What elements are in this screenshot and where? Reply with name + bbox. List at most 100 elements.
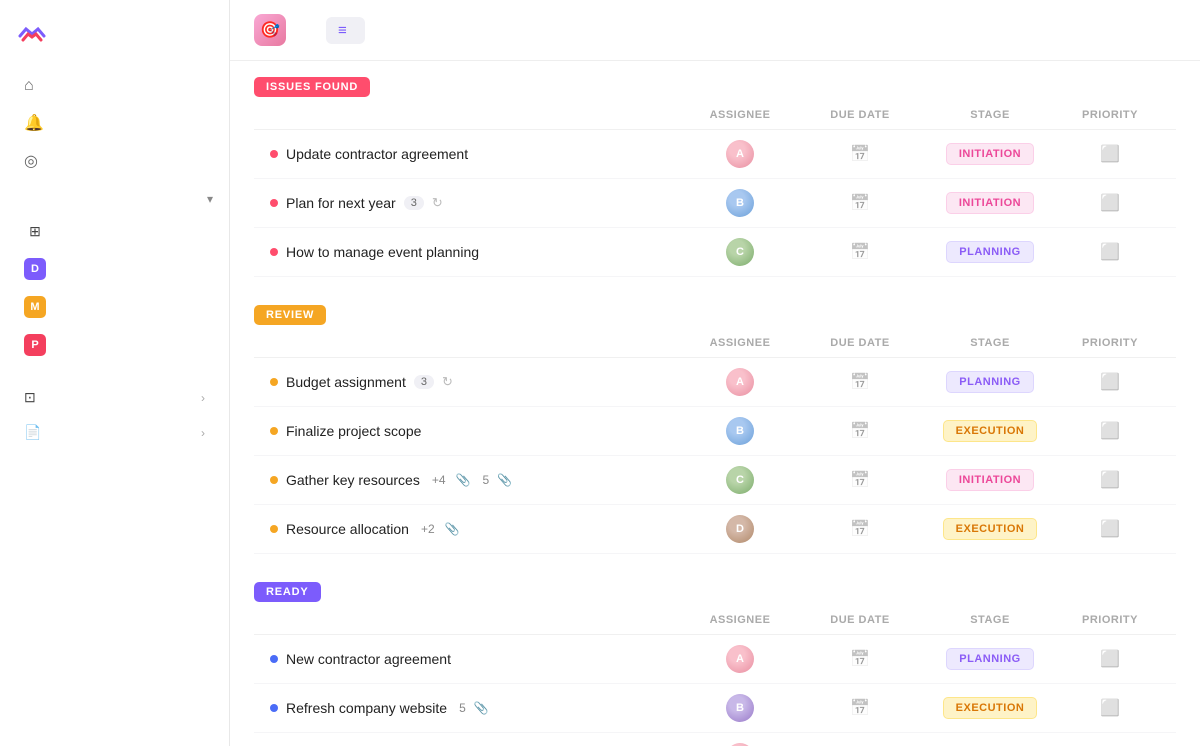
docs-icon: 📄 xyxy=(24,424,41,441)
refresh-icon[interactable]: ↻ xyxy=(432,195,443,211)
home-icon: ⌂ xyxy=(24,77,34,95)
stage-cell[interactable]: INITIATION xyxy=(920,143,1060,165)
task-extra-count: +2 xyxy=(421,522,435,536)
stage-cell[interactable]: EXECUTION xyxy=(920,697,1060,719)
task-status-dot xyxy=(270,199,278,207)
stage-cell[interactable]: INITIATION xyxy=(920,469,1060,491)
avatar: C xyxy=(726,466,754,494)
avatar: B xyxy=(726,694,754,722)
stage-badge: EXECUTION xyxy=(943,697,1038,719)
assignee-cell: D xyxy=(680,515,800,543)
sidebar-item-goals[interactable]: ◎ xyxy=(8,142,221,180)
calendar-icon: 📅 xyxy=(850,144,870,164)
section-ready: READYASSIGNEEDUE DATESTAGEPRIORITYNew co… xyxy=(254,582,1176,746)
task-name-cell: Budget assignment3↻ xyxy=(270,374,680,390)
priority-icon: ⬜ xyxy=(1100,698,1120,718)
stage-cell[interactable]: INITIATION xyxy=(920,192,1060,214)
stage-badge: INITIATION xyxy=(946,469,1034,491)
sidebar-item-product[interactable]: P xyxy=(8,326,221,364)
sidebar-item-notifications[interactable]: 🔔 xyxy=(8,104,221,142)
table-row[interactable]: Finalize project scopeB📅EXECUTION⬜ xyxy=(254,407,1176,456)
paperclip-icon: 📎 xyxy=(445,522,460,536)
priority-icon: ⬜ xyxy=(1100,649,1120,669)
avatar: C xyxy=(726,238,754,266)
priority-cell: ⬜ xyxy=(1060,421,1160,441)
task-name-cell: Plan for next year3↻ xyxy=(270,195,680,211)
avatar: B xyxy=(726,417,754,445)
col-header-priority: PRIORITY xyxy=(1060,337,1160,349)
priority-icon: ⬜ xyxy=(1100,144,1120,164)
priority-cell: ⬜ xyxy=(1060,372,1160,392)
task-status-dot xyxy=(270,704,278,712)
task-name-text: Resource allocation xyxy=(286,521,409,537)
col-header-assignee: ASSIGNEE xyxy=(680,109,800,121)
calendar-icon: 📅 xyxy=(850,372,870,392)
priority-icon: ⬜ xyxy=(1100,193,1120,213)
stage-cell[interactable]: PLANNING xyxy=(920,241,1060,263)
priority-cell: ⬜ xyxy=(1060,698,1160,718)
logo xyxy=(0,16,229,68)
col-header-stage: STAGE xyxy=(920,109,1060,121)
col-header-priority: PRIORITY xyxy=(1060,614,1160,626)
due-date-cell: 📅 xyxy=(800,698,920,718)
refresh-icon[interactable]: ↻ xyxy=(442,374,453,390)
assignee-cell: C xyxy=(680,466,800,494)
stage-cell[interactable]: PLANNING xyxy=(920,648,1060,670)
calendar-icon: 📅 xyxy=(850,698,870,718)
task-name-text: Refresh company website xyxy=(286,700,447,716)
sidebar: ⌂ 🔔 ◎ ▾ ⊞ D M P ⊡ › xyxy=(0,0,230,746)
sidebar-item-docs[interactable]: 📄 › xyxy=(8,415,221,450)
task-name-cell: How to manage event planning xyxy=(270,244,680,260)
stage-badge: INITIATION xyxy=(946,143,1034,165)
table-row[interactable]: Plan for next year3↻B📅INITIATION⬜ xyxy=(254,179,1176,228)
avatar: A xyxy=(726,645,754,673)
task-name-text: New contractor agreement xyxy=(286,651,451,667)
table-row[interactable]: Resource allocation+2📎D📅EXECUTION⬜ xyxy=(254,505,1176,554)
calendar-icon: 📅 xyxy=(850,242,870,262)
due-date-cell: 📅 xyxy=(800,519,920,539)
calendar-icon: 📅 xyxy=(850,649,870,669)
priority-cell: ⬜ xyxy=(1060,649,1160,669)
table-header-review: ASSIGNEEDUE DATESTAGEPRIORITY xyxy=(254,329,1176,358)
sidebar-item-home[interactable]: ⌂ xyxy=(8,68,221,104)
table-row[interactable]: Update key objectives5📎C📅EXECUTION⬜ xyxy=(254,733,1176,746)
stage-cell[interactable]: EXECUTION xyxy=(920,518,1060,540)
table-row[interactable]: Budget assignment3↻A 📅 PLANNING⬜ xyxy=(254,358,1176,407)
spaces-section-header[interactable]: ▾ xyxy=(0,180,229,212)
task-name-text: Update contractor agreement xyxy=(286,146,468,162)
col-header-name xyxy=(270,337,680,349)
priority-cell: ⬜ xyxy=(1060,470,1160,490)
task-name-text: Plan for next year xyxy=(286,195,396,211)
sidebar-item-everything[interactable]: ⊞ xyxy=(8,212,221,250)
stage-badge: PLANNING xyxy=(946,241,1033,263)
priority-icon: ⬜ xyxy=(1100,421,1120,441)
section-badge-issues: ISSUES FOUND xyxy=(254,77,370,97)
table-row[interactable]: Update contractor agreementA📅INITIATION⬜ xyxy=(254,130,1176,179)
assignee-cell: A xyxy=(680,368,800,396)
attach-count: 5 xyxy=(459,701,466,715)
table-row[interactable]: Gather key resources+4📎5📎C📅INITIATION⬜ xyxy=(254,456,1176,505)
sidebar-item-marketing[interactable]: M xyxy=(8,288,221,326)
stage-cell[interactable]: PLANNING xyxy=(920,371,1060,393)
priority-cell: ⬜ xyxy=(1060,144,1160,164)
table-row[interactable]: New contractor agreement A 📅 PLANNING ⬜ xyxy=(254,635,1176,684)
table-header-ready: ASSIGNEEDUE DATESTAGEPRIORITY xyxy=(254,606,1176,635)
sidebar-item-dashboards[interactable]: ⊡ › xyxy=(8,380,221,415)
task-status-dot xyxy=(270,655,278,663)
main-content: 🎯 ≡ ISSUES FOUNDASSIGNEEDUE DATESTAGEPRI… xyxy=(230,0,1200,746)
task-extra-count: +4 xyxy=(432,473,446,487)
table-row[interactable]: How to manage event planningC📅PLANNING⬜ xyxy=(254,228,1176,277)
list-view-tab[interactable]: ≡ xyxy=(326,17,365,44)
col-header-due-date: DUE DATE xyxy=(800,614,920,626)
marketing-dot: M xyxy=(24,296,46,318)
table-row[interactable]: Refresh company website5📎B📅EXECUTION⬜ xyxy=(254,684,1176,733)
task-name-cell: Resource allocation +2 📎 xyxy=(270,521,680,537)
section-badge-row-ready: READY xyxy=(254,582,1176,602)
sidebar-item-development[interactable]: D xyxy=(8,250,221,288)
list-tab-icon: ≡ xyxy=(338,22,347,39)
priority-cell: ⬜ xyxy=(1060,193,1160,213)
clickup-logo-icon xyxy=(16,16,48,48)
stage-cell[interactable]: EXECUTION xyxy=(920,420,1060,442)
project-icon: 🎯 xyxy=(254,14,286,46)
col-header-name xyxy=(270,614,680,626)
